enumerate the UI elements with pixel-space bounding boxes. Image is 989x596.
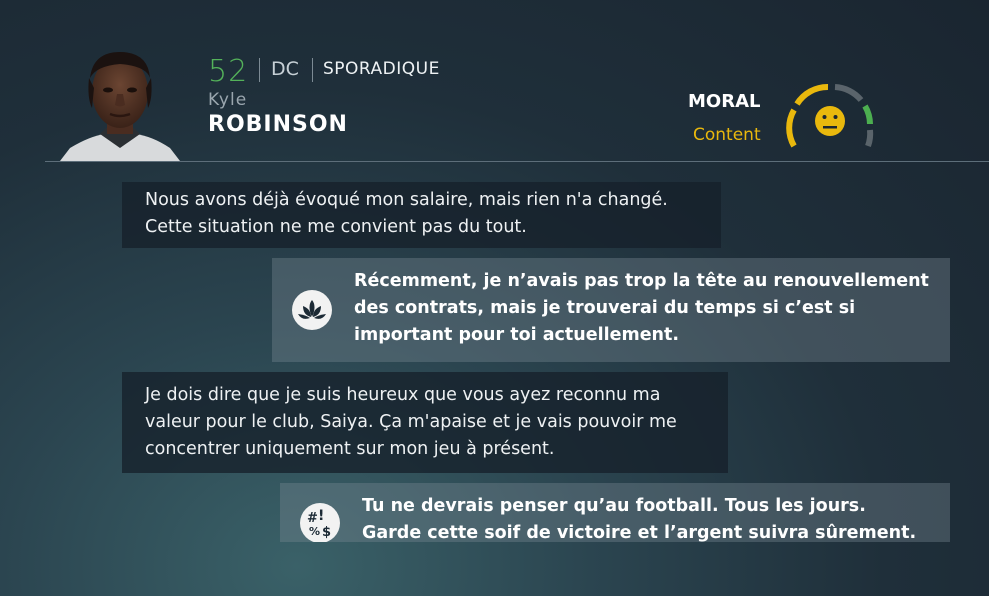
separator: [259, 58, 260, 82]
manager-reply: Récemment, je n’avais pas trop la tête a…: [272, 258, 950, 362]
manager-reply: # ! % $ Tu ne devrais penser qu’au footb…: [280, 483, 950, 542]
morale-gauge: [786, 83, 874, 148]
morale-label: MORAL: [688, 91, 761, 112]
message-text: Je dois dire que je suis heureux que vou…: [145, 385, 677, 459]
message-text: Tu ne devrais penser qu’au football. Tou…: [362, 496, 917, 542]
separator: [312, 58, 313, 82]
player-last-name: ROBINSON: [208, 112, 348, 137]
player-message: Nous avons déjà évoqué mon salaire, mais…: [122, 182, 721, 248]
player-portrait: [60, 52, 180, 161]
player-message: Je dois dire que je suis heureux que vou…: [122, 372, 728, 473]
lotus-icon: [292, 290, 332, 330]
player-first-name: Kyle: [208, 90, 248, 110]
message-text: Récemment, je n’avais pas trop la tête a…: [354, 271, 929, 345]
morale-value: Content: [693, 125, 761, 145]
svg-text:%: %: [309, 525, 320, 538]
player-position: DC: [271, 58, 299, 80]
player-status: SPORADIQUE: [323, 59, 440, 79]
player-header: 52 DC SPORADIQUE Kyle ROBINSON MORAL Con…: [0, 0, 989, 162]
conversation-log[interactable]: Nous avons déjà évoqué mon salaire, mais…: [0, 162, 989, 542]
svg-text:#: #: [307, 511, 318, 526]
svg-text:$: $: [322, 525, 331, 540]
svg-text:!: !: [318, 508, 324, 524]
player-rating: 52: [208, 54, 249, 89]
message-text: Nous avons déjà évoqué mon salaire, mais…: [145, 190, 668, 237]
symbols-icon: # ! % $: [300, 503, 340, 542]
neutral-face-icon: [815, 106, 845, 136]
